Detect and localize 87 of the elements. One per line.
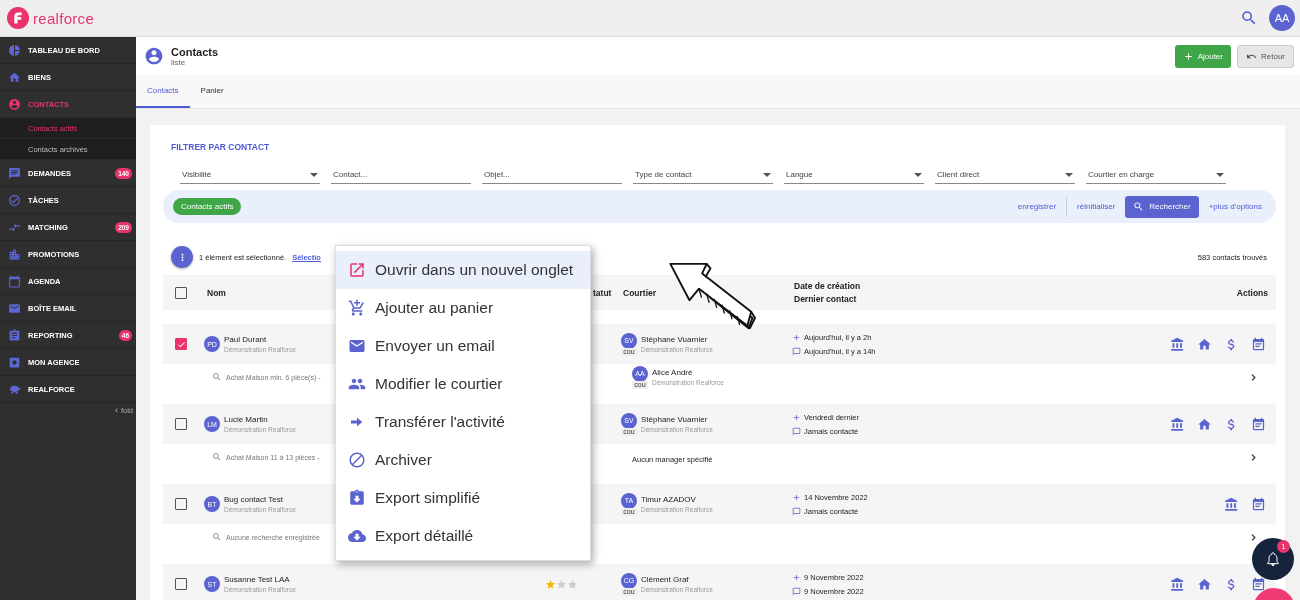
input-field[interactable]: Objet...	[482, 166, 622, 184]
checkbox[interactable]	[175, 286, 187, 299]
manager-name: Alice André	[652, 368, 694, 377]
column-header: Actions	[1236, 287, 1269, 298]
block-icon	[348, 451, 366, 469]
menu-item[interactable]: Export détaillé	[336, 517, 590, 555]
checkbox[interactable]	[175, 338, 187, 350]
menu-item[interactable]: Archiver	[336, 441, 590, 479]
house-icon[interactable]	[1197, 416, 1212, 432]
column-header: tatut	[593, 287, 613, 298]
tab[interactable]: Panier	[189, 75, 235, 108]
open-in-new-icon	[348, 261, 366, 279]
user-avatar[interactable]: AA	[1269, 5, 1295, 31]
menu-item[interactable]: Envoyer un email	[336, 327, 590, 365]
house-icon[interactable]	[1197, 576, 1212, 592]
building-icon	[8, 247, 21, 261]
plus-icon	[792, 412, 801, 422]
message-icon	[8, 166, 21, 180]
select-field[interactable]: Type de contact	[633, 166, 773, 184]
gear-icon	[8, 355, 21, 369]
bank-icon[interactable]	[1224, 496, 1239, 512]
search-icon[interactable]	[1240, 9, 1258, 27]
more-options-link[interactable]: +plus d'options	[1208, 202, 1262, 211]
column-header: Date de création Dernier contact	[794, 279, 862, 306]
checkbox[interactable]	[175, 578, 187, 590]
tab[interactable]: Contacts	[136, 75, 190, 108]
input-field[interactable]: Contact...	[331, 166, 471, 184]
filter-title: FILTRER PAR CONTACT	[170, 142, 271, 152]
search-icon	[212, 532, 222, 542]
search-icon	[1133, 201, 1145, 212]
house-icon	[8, 70, 21, 84]
search-button[interactable]: Rechercher	[1125, 195, 1199, 218]
bank-icon[interactable]	[1170, 336, 1185, 352]
broker-name: Stéphane Vuarnier	[641, 415, 709, 424]
text-link[interactable]: réinitialiser	[1077, 202, 1116, 211]
back-button[interactable]: Retour	[1237, 44, 1294, 68]
search-icon	[212, 372, 222, 382]
calendar-icon	[8, 274, 21, 288]
checkbox[interactable]	[175, 418, 187, 430]
chat-icon	[792, 346, 801, 356]
plus-icon	[792, 332, 801, 342]
select-field[interactable]: Client direct	[935, 166, 1075, 184]
contact-name[interactable]: Bug contact Test	[224, 495, 296, 504]
bank-icon[interactable]	[1170, 576, 1185, 592]
search-icon	[212, 452, 222, 462]
house-icon[interactable]	[1197, 336, 1212, 352]
column-header: Courtier	[623, 287, 658, 298]
select-field[interactable]: Langue	[784, 166, 924, 184]
more-button[interactable]	[171, 246, 193, 268]
contact-name[interactable]: Susanne Test LAA	[224, 575, 296, 584]
plus-icon	[1182, 50, 1194, 62]
logo-icon	[7, 7, 29, 29]
menu-item[interactable]: Export simplifié	[336, 479, 590, 517]
page-subtitle: liste	[171, 57, 187, 67]
bell-icon	[1265, 551, 1281, 567]
chat-icon	[792, 426, 801, 436]
chart-icon	[8, 43, 21, 57]
text-link[interactable]: enregistrer	[1017, 202, 1057, 211]
brand-name: realforce	[33, 9, 95, 27]
contact-name[interactable]: Lucie Martin	[224, 415, 296, 424]
chat-icon	[792, 506, 801, 516]
broker-name: Stéphane Vuarnier	[641, 335, 709, 344]
person-icon	[8, 97, 21, 111]
mail-icon	[348, 337, 366, 355]
menu-item[interactable]: Ajouter au panier	[336, 289, 590, 327]
column-header: Nom	[207, 287, 227, 298]
clipboard-icon	[8, 328, 21, 342]
cart-add-icon	[348, 299, 366, 317]
page-title: Contacts	[171, 45, 220, 58]
clipboard-download-icon	[348, 489, 366, 507]
broker-name: Timur AZADOV	[641, 495, 697, 504]
select-field[interactable]: Visibilité	[180, 166, 320, 184]
broker-name: Clément Graf	[641, 575, 690, 584]
person-icon	[144, 46, 164, 66]
menu-item[interactable]: Transférer l'activité	[336, 403, 590, 441]
calendar-icon[interactable]	[1251, 576, 1266, 592]
menu-item[interactable]: Ouvrir dans un nouvel onglet	[336, 251, 590, 289]
plus-icon	[792, 492, 801, 502]
checkbox[interactable]	[175, 498, 187, 510]
mail-icon	[8, 301, 21, 315]
contact-name[interactable]: Paul Durant	[224, 335, 296, 344]
chat-icon	[792, 586, 801, 596]
cloud-download-icon	[348, 527, 366, 545]
menu-item[interactable]: Modifier le courtier	[336, 365, 590, 403]
select-field[interactable]: Courtier en charge	[1086, 166, 1226, 184]
bank-icon[interactable]	[1170, 416, 1185, 432]
plus-icon	[792, 572, 801, 582]
